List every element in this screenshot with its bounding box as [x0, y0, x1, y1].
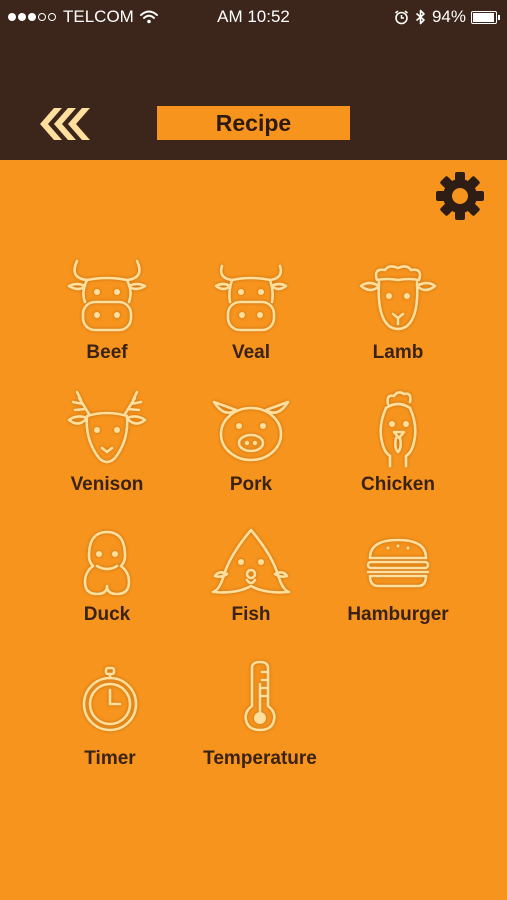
menu-item-beef[interactable]: Beef: [32, 258, 182, 368]
alarm-clock-icon: [394, 9, 408, 24]
status-bar: TELCOM AM 10:52 94%: [0, 0, 507, 34]
cow-icon: [67, 259, 147, 332]
menu-item-timer[interactable]: Timer: [35, 660, 185, 780]
thermometer-icon: [244, 660, 276, 732]
menu-item-label: Veal: [231, 342, 271, 363]
back-button[interactable]: [36, 104, 92, 144]
menu-item-temperature[interactable]: Temperature: [185, 660, 335, 780]
menu-item-chicken[interactable]: Chicken: [323, 390, 473, 500]
double-chevron-left-icon: [40, 108, 90, 140]
duck-icon: [83, 530, 131, 596]
menu-item-fish[interactable]: Fish: [176, 524, 326, 634]
status-time: AM 10:52: [217, 7, 290, 26]
gear-icon: [436, 172, 484, 220]
menu-item-label: Hamburger: [347, 604, 449, 625]
stopwatch-icon: [82, 666, 138, 732]
menu-item-venison[interactable]: Venison: [32, 390, 182, 500]
deer-icon: [67, 390, 147, 464]
header-bar: TELCOM AM 10:52 94% Recipe: [0, 0, 507, 160]
menu-item-veal[interactable]: Veal: [176, 258, 326, 368]
page-title: Recipe: [157, 106, 350, 140]
battery-icon: [471, 10, 500, 24]
menu-item-label: Timer: [84, 748, 136, 769]
menu-item-label: Temperature: [203, 748, 317, 769]
menu-item-hamburger[interactable]: Hamburger: [323, 524, 473, 634]
chicken-icon: [379, 391, 417, 468]
menu-item-label: Pork: [229, 474, 273, 495]
menu-item-label: Beef: [86, 342, 128, 363]
pig-icon: [212, 400, 290, 462]
menu-item-label: Lamb: [372, 342, 424, 363]
sheep-icon: [359, 265, 437, 331]
menu-item-lamb[interactable]: Lamb: [323, 258, 473, 368]
bluetooth-icon: [415, 9, 425, 25]
menu-item-pork[interactable]: Pork: [176, 390, 326, 500]
menu-item-duck[interactable]: Duck: [32, 524, 182, 634]
calf-icon: [214, 264, 288, 332]
menu-item-label: Duck: [83, 604, 131, 625]
menu-item-label: Venison: [70, 474, 144, 495]
battery-percentage: 94%: [431, 7, 466, 26]
menu-item-label: Fish: [231, 604, 271, 625]
hamburger-icon: [366, 538, 430, 588]
settings-button[interactable]: [434, 170, 486, 222]
menu-item-label: Chicken: [361, 474, 435, 495]
fish-icon: [211, 528, 291, 594]
